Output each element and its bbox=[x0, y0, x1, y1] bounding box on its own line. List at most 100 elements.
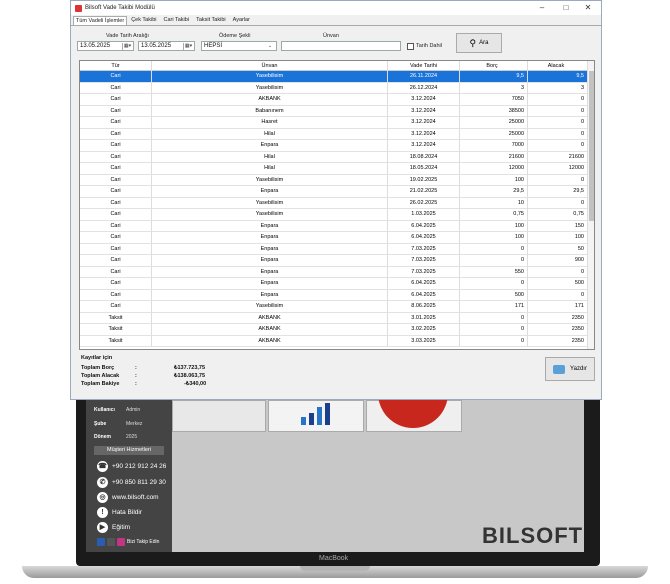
payment-type-select[interactable]: HEPSİ ⌄ bbox=[201, 41, 277, 51]
cell-title: AKBANK bbox=[152, 335, 388, 347]
title-search-input[interactable] bbox=[281, 41, 401, 51]
x-icon[interactable] bbox=[107, 538, 115, 546]
table-row[interactable]: Cari Hilal 18.08.2024 21600 21600 bbox=[80, 151, 594, 163]
table-row[interactable]: Cari Yasebilisim 1.03.2025 0,75 0,75 bbox=[80, 209, 594, 221]
cell-credit: 0 bbox=[528, 266, 588, 278]
column-header-due-date[interactable]: Vade Tarihi bbox=[388, 61, 460, 71]
table-row[interactable]: Taksit AKBANK 3.02.2025 0 2350 bbox=[80, 324, 594, 336]
cell-debt: 100 bbox=[460, 174, 528, 186]
window-title: Bilsoft Vade Takibi Modülü bbox=[85, 5, 155, 11]
table-row[interactable]: Cari AKBANK 3.12.2024 7050 0 bbox=[80, 94, 594, 106]
table-row[interactable]: Cari Hilal 3.12.2024 25000 0 bbox=[80, 128, 594, 140]
total-debt-value: ₺137.723,75 bbox=[174, 365, 206, 371]
column-header-debt[interactable]: Borç bbox=[460, 61, 528, 71]
cell-credit: 0 bbox=[528, 94, 588, 105]
tab-installment-tracking[interactable]: Taksit Takibi bbox=[193, 15, 229, 25]
print-button[interactable]: Yazdır bbox=[545, 357, 595, 381]
cell-credit: 29,5 bbox=[528, 186, 588, 197]
total-credit-label: Toplam Alacak bbox=[81, 373, 120, 379]
calendar-icon[interactable]: ▦▾ bbox=[183, 43, 193, 50]
headset-icon: ☎ bbox=[97, 460, 108, 472]
date-from-picker[interactable]: 13.05.2025 ▦▾ bbox=[77, 41, 134, 51]
include-date-checkbox[interactable] bbox=[407, 43, 414, 50]
column-header-type[interactable]: Tür bbox=[80, 61, 152, 71]
grid-scrollbar[interactable] bbox=[587, 61, 594, 349]
table-row[interactable]: Cari Enpara 7.03.2025 0 50 bbox=[80, 243, 594, 255]
training-link[interactable]: ▶ Eğitim bbox=[97, 520, 130, 534]
instagram-icon[interactable] bbox=[117, 538, 125, 546]
table-row[interactable]: Cari Enpara 6.04.2025 0 500 bbox=[80, 278, 594, 290]
cell-debt: 10 bbox=[460, 197, 528, 209]
table-row[interactable]: Cari Enpara 21.02.2025 29,5 29,5 bbox=[80, 186, 594, 198]
table-row[interactable]: Cari Yasebilisim 19.02.2025 100 0 bbox=[80, 174, 594, 186]
table-row[interactable]: Taksit AKBANK 3.01.2025 0 2350 bbox=[80, 312, 594, 324]
tab-check-tracking[interactable]: Çek Takibi bbox=[128, 15, 159, 25]
cell-debt: 9,5 bbox=[460, 71, 528, 82]
table-row[interactable]: Cari Enpara 7.03.2025 0 900 bbox=[80, 255, 594, 267]
cell-debt: 21600 bbox=[460, 151, 528, 163]
due-items-grid[interactable]: Tür Ünvan Vade Tarihi Borç Alacak Cari Ya… bbox=[79, 60, 595, 350]
column-header-title[interactable]: Ünvan bbox=[152, 61, 388, 71]
cell-title: Enpara bbox=[152, 266, 388, 278]
table-row[interactable]: Cari Enpara 6.04.2025 100 100 bbox=[80, 232, 594, 244]
cell-debt: 500 bbox=[460, 289, 528, 301]
support-title: Müşteri Hizmetleri bbox=[94, 446, 164, 455]
facebook-icon[interactable] bbox=[97, 538, 105, 546]
cell-type: Cari bbox=[80, 140, 152, 151]
filter-panel: Vade Tarih Aralığı 13.05.2025 ▦▾ 13.05.2… bbox=[71, 26, 601, 56]
cell-credit: 0 bbox=[528, 289, 588, 301]
tab-all-operations[interactable]: Tüm Vadeli İşlemler bbox=[73, 16, 128, 25]
column-header-credit[interactable]: Alacak bbox=[528, 61, 588, 71]
cell-type: Cari bbox=[80, 94, 152, 105]
table-row[interactable]: Cari Enpara 6.04.2025 500 0 bbox=[80, 289, 594, 301]
phone1-link[interactable]: ☎ +90 212 912 24 26 bbox=[97, 459, 166, 473]
tab-bar: Tüm Vadeli İşlemler Çek Takibi Cari Taki… bbox=[71, 15, 601, 26]
table-row[interactable]: Cari Enpara 3.12.2024 7000 0 bbox=[80, 140, 594, 152]
cell-title: Yasebilisim bbox=[152, 82, 388, 94]
table-row[interactable]: Cari Yasebilisim 26.12.2024 3 3 bbox=[80, 82, 594, 94]
cell-credit: 0 bbox=[528, 117, 588, 128]
cell-type: Cari bbox=[80, 278, 152, 289]
social-links[interactable]: Bizi Takip Edin bbox=[97, 538, 159, 546]
table-row[interactable]: Cari Hilal 18.05.2024 12000 12000 bbox=[80, 163, 594, 175]
cell-title: Yasebilisim bbox=[152, 301, 388, 312]
report-bug-link[interactable]: ! Hata Bildir bbox=[97, 505, 142, 519]
table-row[interactable]: Taksit AKBANK 3.03.2025 0 2350 bbox=[80, 335, 594, 347]
cell-credit: 2350 bbox=[528, 312, 588, 324]
table-row[interactable]: Cari Yasebilisim 26.11.2024 9,5 9,5 bbox=[80, 71, 594, 83]
tab-account-tracking[interactable]: Cari Takibi bbox=[160, 15, 192, 25]
cell-title: Enpara bbox=[152, 289, 388, 301]
alert-icon: ! bbox=[97, 506, 108, 518]
table-row[interactable]: Cari Enpara 6.04.2025 100 150 bbox=[80, 220, 594, 232]
cell-title: Enpara bbox=[152, 278, 388, 289]
background-panel-2 bbox=[268, 400, 364, 432]
table-row[interactable]: Cari Yasebilisim 26.02.2025 10 0 bbox=[80, 197, 594, 209]
table-row[interactable]: Cari Hasret 3.12.2024 25000 0 bbox=[80, 117, 594, 129]
chevron-down-icon: ⌄ bbox=[267, 43, 273, 49]
website-link[interactable]: ◎ www.bilsoft.com bbox=[97, 490, 159, 504]
cell-debt: 550 bbox=[460, 266, 528, 278]
cell-type: Cari bbox=[80, 266, 152, 278]
cell-credit: 3 bbox=[528, 82, 588, 94]
cell-debt: 100 bbox=[460, 220, 528, 232]
calendar-icon[interactable]: ▦▾ bbox=[122, 43, 132, 50]
cell-due-date: 3.03.2025 bbox=[388, 335, 460, 347]
cell-title: Yasebilisim bbox=[152, 174, 388, 186]
minimize-button[interactable]: – bbox=[531, 1, 553, 15]
cell-debt: 0 bbox=[460, 255, 528, 266]
table-row[interactable]: Cari Enpara 7.03.2025 550 0 bbox=[80, 266, 594, 278]
close-button[interactable]: ✕ bbox=[577, 1, 599, 15]
date-to-picker[interactable]: 13.05.2025 ▦▾ bbox=[138, 41, 195, 51]
scrollbar-thumb[interactable] bbox=[589, 71, 594, 221]
cell-type: Cari bbox=[80, 209, 152, 220]
mini-bar bbox=[317, 407, 322, 425]
search-button[interactable]: ⚲ Ara bbox=[456, 33, 502, 53]
laptop-notch bbox=[300, 566, 370, 571]
tab-settings[interactable]: Ayarlar bbox=[230, 15, 253, 25]
phone2-link[interactable]: ✆ +90 850 811 29 30 bbox=[97, 475, 166, 489]
table-row[interactable]: Cari Babanınem 3.12.2024 38500 0 bbox=[80, 105, 594, 117]
cell-title: Enpara bbox=[152, 255, 388, 266]
cell-due-date: 26.12.2024 bbox=[388, 82, 460, 94]
maximize-button[interactable]: □ bbox=[555, 1, 577, 15]
table-row[interactable]: Cari Yasebilisim 8.06.2025 171 171 bbox=[80, 301, 594, 313]
